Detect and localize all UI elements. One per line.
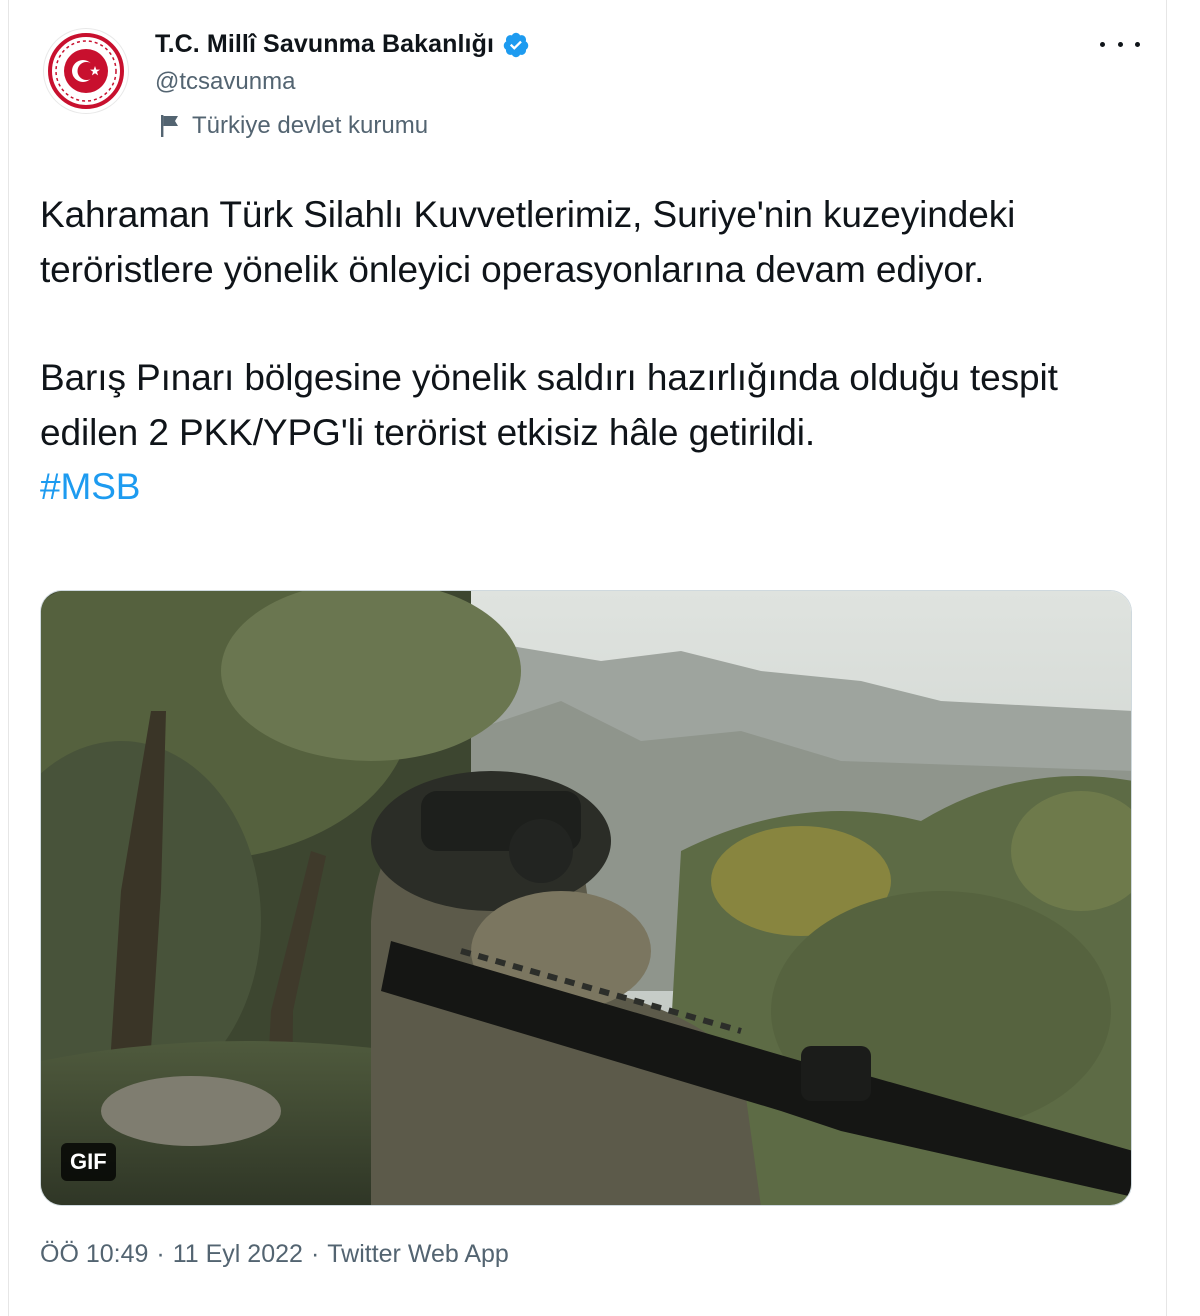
meta-separator: ·	[310, 1240, 320, 1268]
author-avatar[interactable]	[43, 28, 129, 114]
msb-emblem-icon	[46, 31, 126, 111]
flag-icon	[161, 115, 178, 137]
tweet-date[interactable]: 11 Eyl 2022	[173, 1240, 303, 1269]
author-name-text: T.C. Millî Savunma Bakanlığı	[155, 30, 494, 58]
government-label-text: Türkiye devlet kurumu	[192, 112, 429, 139]
hashtag-link[interactable]: #MSB	[40, 466, 140, 507]
tweet-media-gif[interactable]: GIF	[40, 590, 1132, 1206]
frame-border-left	[8, 0, 9, 1316]
author-handle[interactable]: @tcsavunma	[155, 68, 295, 96]
tweet-paragraph-1: Kahraman Türk Silahlı Kuvvetlerimiz, Sur…	[40, 194, 1016, 290]
gif-badge: GIF	[61, 1143, 116, 1181]
meta-separator: ·	[156, 1240, 165, 1268]
author-name[interactable]: T.C. Millî Savunma Bakanlığı	[155, 30, 530, 59]
soldier-forest-image	[41, 591, 1131, 1205]
frame-border-right	[1166, 0, 1167, 1316]
more-options-button[interactable]	[1100, 30, 1140, 58]
tweet-text: Kahraman Türk Silahlı Kuvvetlerimiz, Sur…	[40, 188, 1150, 515]
government-label[interactable]: Türkiye devlet kurumu	[158, 112, 428, 140]
tweet-meta: ÖÖ 10:49 · 11 Eyl 2022 · Twitter Web App	[40, 1240, 509, 1269]
tweet-time[interactable]: ÖÖ 10:49	[40, 1240, 148, 1269]
verified-badge-icon	[503, 32, 529, 57]
tweet-paragraph-2: Barış Pınarı bölgesine yönelik saldırı h…	[40, 357, 1058, 453]
more-dots-icon	[1100, 41, 1105, 47]
tweet-source[interactable]: Twitter Web App	[327, 1240, 509, 1269]
